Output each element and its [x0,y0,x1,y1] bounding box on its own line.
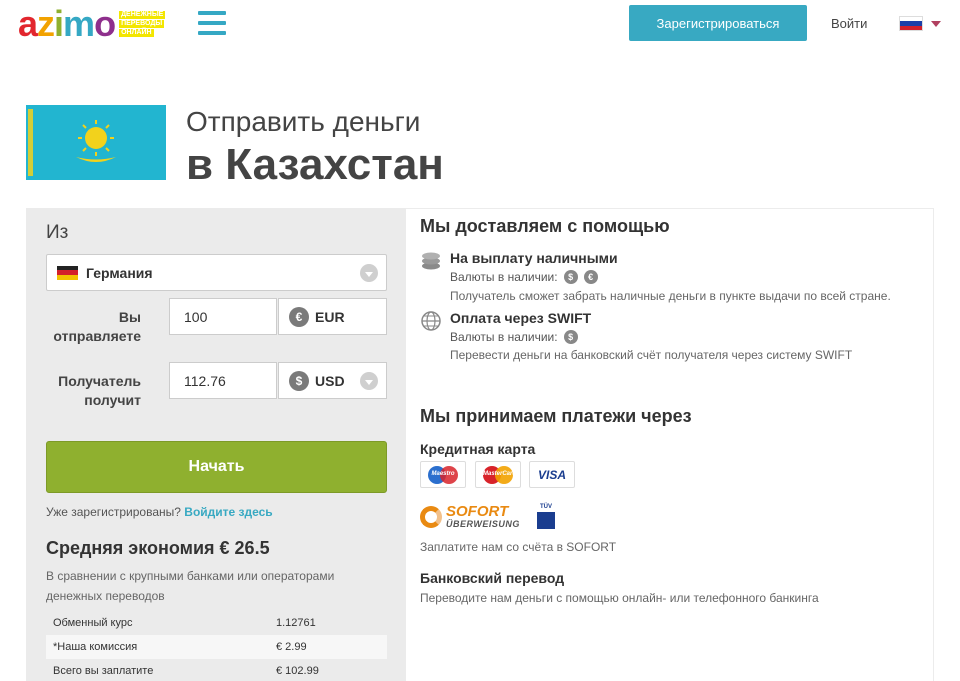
login-link[interactable]: Войти [831,16,867,31]
cash-pickup-title: На выплату наличными [450,250,618,266]
bank-transfer-desc: Переводите нам деньги с помощью онлайн- … [420,591,819,605]
from-label: Из [46,222,69,243]
germany-flag-icon [57,265,78,280]
credit-card-title: Кредитная карта [420,441,536,457]
maestro-card-icon: Maestro [420,461,466,488]
start-button[interactable]: Начать [46,441,387,493]
summary-value: € 2.99 [276,641,307,653]
dollar-icon: $ [289,370,309,391]
cash-pickup-desc: Получатель сможет забрать наличные деньг… [450,289,891,303]
receive-label-line1: Получатель [58,373,141,389]
logo-text: azimo [18,3,116,44]
send-amount-label: Вы отправляете [31,308,141,346]
transfer-form: Из Германия Вы отправляете € EUR Получат… [26,208,406,681]
cost-summary-table: Обменный курс 1.12761 *Наша комиссия € 2… [46,611,387,681]
logo-tagline-3: ОНЛАЙН [119,29,154,37]
tuv-badge-icon: TÜV [537,504,555,530]
send-currency-code: EUR [315,308,345,325]
currencies-label: Валюты в наличии: [450,270,558,284]
logo-tagline: ДЕНЕЖНЫЕ ПЕРЕВОДЫ ОНЛАЙН [119,11,166,37]
coins-icon [422,252,440,270]
country-name: Германия [86,264,153,281]
summary-label: Обменный курс [53,617,133,629]
maestro-label: Maestro [431,470,455,477]
payments-title: Мы принимаем платежи через [420,406,692,426]
language-selector[interactable] [899,16,941,31]
info-panel: Мы доставляем с помощью На выплату налич… [406,208,934,681]
summary-label: Всего вы заплатите [53,665,154,677]
euro-icon: € [289,306,309,327]
receive-amount-label: Получатель получит [31,372,141,410]
savings-description: В сравнении с крупными банками или опера… [46,569,335,603]
visa-label: VISA [537,467,566,482]
table-row: Всего вы заплатите € 102.99 [46,659,387,681]
already-registered: Уже зарегистрированы? Войдите здесь [46,505,273,519]
sofort-label: SOFORT [446,503,509,520]
registered-text: Уже зарегистрированы? [46,505,181,519]
send-label-line1: Вы [118,309,141,325]
summary-label: *Наша комиссия [53,641,138,653]
sofort-sublabel: ÜBERWEISUNG [446,519,520,529]
euro-icon: € [583,270,598,284]
chevron-down-icon [360,264,378,282]
login-here-link[interactable]: Войдите здесь [184,505,272,519]
mastercard-label: MasterCard [483,470,517,477]
receive-label-line2: получит [84,392,141,408]
swift-desc: Перевести деньги на банковский счёт полу… [450,348,853,362]
visa-card-icon: VISA [529,461,575,488]
delivery-title: Мы доставляем с помощью [420,216,670,236]
sofort-icon [420,505,442,528]
logo-tagline-2: ПЕРЕВОДЫ [119,20,165,28]
receive-currency-select[interactable]: $ USD [278,362,387,399]
dollar-icon: $ [563,330,578,344]
globe-icon [421,311,441,331]
currencies-label: Валюты в наличии: [450,330,558,344]
page-title-line2: в Казахстан [186,140,444,189]
receive-currency-code: USD [315,372,345,389]
mastercard-icon: MasterCard [475,461,521,488]
table-row: Обменный курс 1.12761 [46,611,387,635]
chevron-down-icon [931,20,941,27]
dollar-icon: $ [563,270,578,284]
send-label-line2: отправляете [53,328,141,344]
sofort-desc: Заплатите нам со счёта в SOFORT [420,540,617,554]
send-amount-input[interactable] [169,298,277,335]
summary-value: € 102.99 [276,665,319,677]
page-title-line1: Отправить деньги [186,106,421,137]
kazakhstan-flag-icon [26,105,166,180]
register-button[interactable]: Зарегистрироваться [629,5,807,41]
chevron-down-icon [360,372,378,390]
receive-amount-input[interactable] [169,362,277,399]
bank-transfer-title: Банковский перевод [420,570,565,586]
menu-icon[interactable] [198,11,226,35]
swift-currencies: Валюты в наличии: $ [450,330,578,344]
country-select[interactable]: Германия [46,254,387,291]
azimo-logo[interactable]: azimo ДЕНЕЖНЫЕ ПЕРЕВОДЫ ОНЛАЙН [18,3,166,44]
send-currency-select[interactable]: € EUR [278,298,387,335]
savings-title: Средняя экономия € 26.5 [46,538,270,558]
cash-currencies: Валюты в наличии: $ € [450,270,598,284]
tuv-label: TÜV [540,504,552,510]
ru-flag-icon [899,16,923,31]
table-row: *Наша комиссия € 2.99 [46,635,387,659]
logo-tagline-1: ДЕНЕЖНЫЕ [119,11,166,19]
sofort-logo: SOFORT ÜBERWEISUNG [420,504,520,529]
swift-title: Оплата через SWIFT [450,310,592,326]
summary-value: 1.12761 [276,617,316,629]
